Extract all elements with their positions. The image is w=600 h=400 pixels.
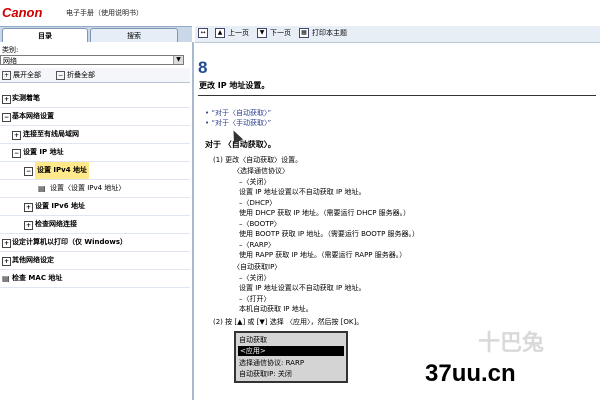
sidebar-item-label: 检查 MAC 地址 [12,274,63,282]
option-value: –〈关闭〉 [239,178,271,186]
sidebar-item[interactable]: + 其他网络设定 [0,252,190,270]
sidebar-item-label: 设置 IPv4 地址 [35,162,90,179]
lcd-line: 自动获取 [239,336,267,344]
option-desc: 使用 BOOTP 获取 IP 地址。（需要运行 BOOTP 服务器。） [239,230,420,238]
plus-icon: + [2,239,11,248]
option-desc: 使用 RAPP 获取 IP 地址。（需要运行 RAPP 服务器。） [239,251,407,259]
sidebar-item[interactable]: + 连接至有线局域网 [0,126,190,144]
category-label: 类别: [2,46,19,54]
plus-icon: + [12,131,21,140]
category-value: 网络 [3,57,17,65]
option-value: –〈BOOTP〉 [239,220,281,228]
sidebar-item[interactable]: ▤ 设置〈设置 IPv4 地址〉 [0,180,190,198]
watermark-logo: 十巴兔 [478,331,545,356]
expand-all-button[interactable]: + 展开全部 [2,70,41,80]
arrow-up-icon: ▲ [215,28,225,38]
expand-collapse-bar: + 展开全部 − 折叠全部 [0,68,190,83]
option-heading: 〈选择通信协议〉 [233,167,289,175]
tab-search[interactable]: 搜索 [90,28,178,43]
prev-page-button[interactable]: ▲ 上一页 [215,28,249,39]
option-desc: 设置 IP 地址设置以不自动获取 IP 地址。 [239,188,366,196]
sync-icon: ↔ [198,28,208,38]
collapse-all-button[interactable]: − 折叠全部 [56,70,95,80]
title-divider [198,95,596,96]
option-desc: 使用 DHCP 获取 IP 地址。（需要运行 DHCP 服务器。） [239,209,411,217]
sidebar-item-label: 基本网络设置 [12,112,54,120]
sidebar-item-label: 连接至有线局域网 [23,130,79,138]
sidebar-item-label: 设置 IP 地址 [23,148,64,156]
document-icon: ▤ [38,184,46,193]
option-desc: 设置 IP 地址设置以不自动获取 IP 地址。 [239,284,366,292]
link-manual-obtain[interactable]: • “对于〈手动获取〉” [205,118,271,128]
canon-logo: Canon [2,5,43,20]
category-select[interactable]: 网络 ▼ [0,55,184,65]
tab-contents[interactable]: 目录 [2,28,88,43]
lcd-selected-line: <应用> [238,346,344,356]
print-icon: ▦ [299,28,309,38]
app-header: Canon 电子手册（使用说明书） [0,0,600,26]
step-text: (2) 按 [▲] 或 [▼] 选择 〈应用〉，然后按 [OK]。 [213,318,364,326]
lcd-display: 自动获取 <应用> 选择通信协议: RARP 自动获取IP: 关闭 [234,331,348,383]
step-text: (1) 更改〈自动获取〉设置。 [213,156,303,164]
document-icon: ▤ [2,274,10,283]
option-desc: 本机自动获取 IP 地址。 [239,305,313,313]
print-topic-label: 打印本主题 [312,29,347,37]
sidebar-item[interactable]: + 设置 IPv6 地址 [0,198,190,216]
minus-icon: − [24,167,33,176]
arrow-down-icon: ▼ [257,28,267,38]
sidebar-item-selected[interactable]: − 设置 IPv4 地址 [0,162,190,180]
link-auto-obtain[interactable]: • “对于〈自动获取〉” [205,108,271,118]
link-manual-obtain-label: “对于〈手动获取〉” [211,119,272,127]
sidebar-item-label: 检查网络连接 [35,220,77,228]
chevron-down-icon[interactable]: ▼ [173,56,183,64]
doc-title: 电子手册（使用说明书） [66,9,143,17]
sidebar-item[interactable]: ▤ 检查 MAC 地址 [0,270,190,288]
section-heading: 对于 〈自动获取〉。 [205,140,276,149]
next-page-label: 下一页 [270,29,291,37]
plus-icon: + [2,95,11,104]
option-heading: 〈自动获取IP〉 [233,263,282,271]
tab-bar: 目录 搜索 [0,26,192,43]
minus-icon: − [12,149,21,158]
link-auto-obtain-label: “对于〈自动获取〉” [211,109,272,117]
option-value: –〈RARP〉 [239,241,275,249]
plus-icon: + [24,203,33,212]
collapse-all-label: 折叠全部 [67,71,95,79]
sidebar-item-label: 设置 IPv6 地址 [35,202,86,210]
sidebar-item[interactable]: − 设置 IP 地址 [0,144,190,162]
sidebar-item[interactable]: − 基本网络设置 [0,108,190,126]
sidebar-item[interactable]: + 检查网络连接 [0,216,190,234]
print-topic-button[interactable]: ▦ 打印本主题 [299,28,347,39]
watermark-text: 37uu.cn [425,360,516,387]
chapter-number: 8 [198,58,208,77]
sidebar: 类别: 网络 ▼ + 展开全部 − 折叠全部 + 实测着笔 − 基本网络设置 + 连… [0,42,194,400]
sidebar-item-label: 其他网络设定 [12,256,54,264]
plus-icon: + [2,257,11,266]
sidebar-item-label: 设置〈设置 IPv4 地址〉 [50,184,126,192]
page-title: 更改 IP 地址设置。 [199,81,270,90]
minus-icon: − [2,113,11,122]
sidebar-item-label: 实测着笔 [12,94,40,102]
option-value: –〈打开〉 [239,295,271,303]
lcd-line: 自动获取IP: 关闭 [239,370,292,378]
sidebar-item[interactable]: + 设定计算机以打印（仅 Windows） [0,234,190,252]
lcd-line: 选择通信协议: RARP [239,359,305,367]
sidebar-item-label: 设定计算机以打印（仅 Windows） [12,238,127,246]
option-value: –〈关闭〉 [239,274,271,282]
minus-icon: − [56,70,65,80]
option-value: –〈DHCP〉 [239,199,277,207]
next-page-button[interactable]: ▼ 下一页 [257,28,291,39]
nav-buttons-icon: ↔ [198,28,211,39]
expand-all-label: 展开全部 [13,71,41,79]
content-toolbar: ↔ ▲ 上一页 ▼ 下一页 ▦ 打印本主题 [195,26,600,43]
plus-icon: + [24,221,33,230]
sidebar-item[interactable]: + 实测着笔 [0,90,190,108]
prev-page-label: 上一页 [228,29,249,37]
plus-icon: + [2,70,11,80]
